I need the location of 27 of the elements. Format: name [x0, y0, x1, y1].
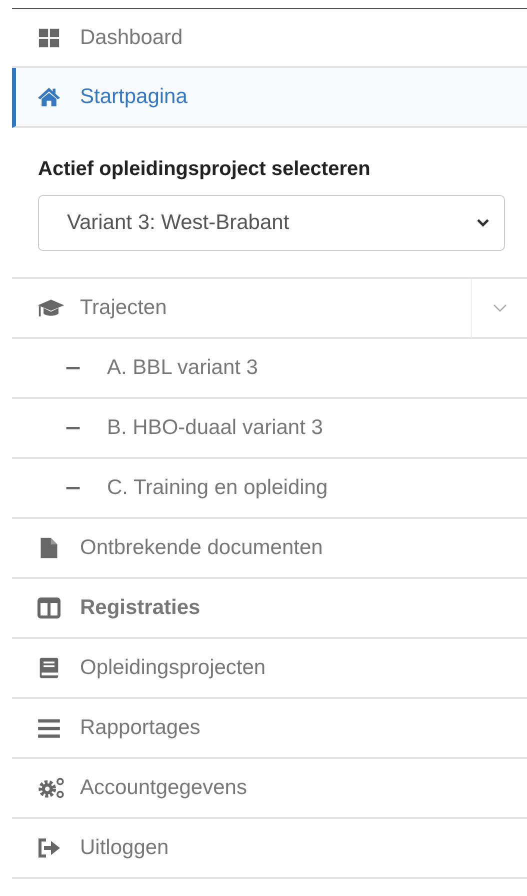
nav-item[interactable]: Rapportages	[12, 699, 527, 759]
chevron-down-icon	[476, 218, 490, 228]
dash-icon	[64, 426, 82, 430]
nav-item[interactable]: Opleidingsprojecten	[12, 639, 527, 699]
book-icon	[37, 657, 61, 679]
nav-item[interactable]: Accountgegevens	[12, 759, 527, 819]
nav-item[interactable]: Uitloggen	[12, 819, 527, 879]
sign-out-icon	[37, 837, 61, 859]
graduation-cap-icon	[37, 297, 65, 319]
sub-nav-item[interactable]: C. Training en opleiding	[12, 459, 527, 519]
nav-item[interactable]: Startpagina	[12, 68, 527, 128]
sub-nav-item[interactable]: B. HBO-duaal variant 3	[12, 399, 527, 459]
menu-icon	[37, 717, 61, 739]
nav-item[interactable]: Ontbrekende documenten	[12, 519, 527, 579]
project-dropdown[interactable]: Variant 3: West-Brabant	[38, 195, 505, 251]
expand-toggle[interactable]	[471, 279, 527, 339]
dash-icon	[64, 366, 82, 370]
chevron-down-icon	[492, 303, 506, 313]
columns-icon	[37, 597, 61, 619]
nav-item[interactable]: Trajecten	[12, 279, 471, 339]
nav-item[interactable]: Registraties	[12, 579, 527, 639]
field-label: Actief opleidingsproject selecteren	[38, 158, 372, 181]
dash-icon	[64, 486, 82, 490]
gears-icon	[37, 777, 65, 799]
home-icon	[37, 86, 61, 108]
sub-nav-item[interactable]: A. BBL variant 3	[12, 339, 527, 399]
grid-icon	[37, 26, 61, 48]
